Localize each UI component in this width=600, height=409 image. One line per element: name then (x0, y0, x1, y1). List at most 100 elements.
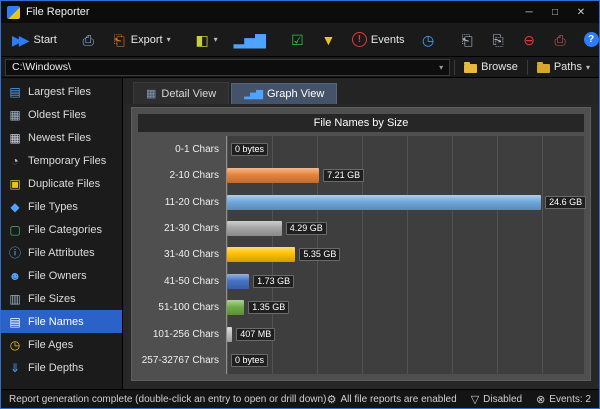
events-button[interactable]: !Events (345, 27, 412, 52)
sidebar-item-label: Largest Files (28, 86, 91, 98)
start-button-label: Start (34, 34, 57, 46)
sidebar-item-label: File Owners (28, 270, 87, 282)
sidebar-item-label: Duplicate Files (28, 178, 100, 190)
status-events-count[interactable]: ⊗ Events: 2 (536, 393, 591, 406)
path-input[interactable]: C:\Windows\ ▾ (5, 59, 450, 76)
chevron-down-icon[interactable]: ▾ (439, 63, 443, 72)
chart-value-label: 24.6 GB (545, 196, 586, 209)
address-separator (454, 60, 455, 75)
chart-bar-track: 24.6 GB (226, 189, 584, 215)
chart-category-label: 51-100 Chars (138, 302, 226, 313)
chart-value-label: 1.73 GB (253, 275, 294, 288)
move-report-icon: ⎘ (491, 33, 506, 47)
status-filter-disabled[interactable]: ▽ Disabled (471, 393, 522, 406)
status-item-label: Disabled (483, 394, 522, 405)
report-status-icon: ☑ (290, 33, 305, 47)
sidebar-item-file-names[interactable]: ▤File Names (1, 310, 122, 333)
temporary-files-icon: ◔ (8, 155, 22, 167)
file-names-icon: ▤ (8, 316, 22, 328)
chart-style-button[interactable]: ◧▾ (188, 28, 225, 52)
address-separator (527, 60, 528, 75)
chart-category-label: 31-40 Chars (138, 249, 226, 260)
file-owners-icon: ☻ (8, 270, 22, 282)
sidebar-item-label: File Ages (28, 339, 73, 351)
chart-bar[interactable] (227, 327, 232, 342)
copy-report-button[interactable]: ⎗ (453, 28, 482, 52)
chart-value-label: 5.35 GB (299, 248, 340, 261)
sidebar-item-file-owners[interactable]: ☻ File Owners (1, 264, 122, 287)
chart-row: 2-10 Chars7.21 GB (138, 162, 584, 188)
sidebar-item-newest-files[interactable]: ▦Newest Files (1, 126, 122, 149)
start-button[interactable]: ▶▶ Start (5, 28, 64, 52)
bar-chart-icon: ▂▅▇ (234, 33, 266, 47)
help-button[interactable]: ? (577, 27, 600, 52)
status-reports-enabled[interactable]: ⚙All file reports are enabled (327, 393, 457, 406)
events-count-icon: ⊗ (536, 393, 545, 406)
sidebar-item-label: File Sizes (28, 293, 76, 305)
tab-detail-view[interactable]: ▦ Detail View (133, 82, 229, 104)
sidebar-item-file-depths[interactable]: ⇓File Depths (1, 356, 122, 379)
export-button-label: Export (131, 34, 163, 46)
maximize-button[interactable]: □ (543, 3, 567, 21)
print-icon: ⎙ (81, 33, 96, 47)
sidebar-item-file-categories[interactable]: ▢ File Categories (1, 218, 122, 241)
chart-bar-track: 7.21 GB (226, 162, 584, 188)
chevron-down-icon: ▾ (214, 35, 218, 44)
chevron-down-icon: ▾ (586, 63, 590, 72)
tab-label: Graph View (267, 88, 324, 100)
sidebar-item-temporary-files[interactable]: ◔Temporary Files (1, 149, 122, 172)
title-bar: File Reporter ─ □ ✕ (1, 1, 599, 23)
browse-button[interactable]: Browse (459, 59, 523, 75)
status-item-label: Events: 2 (549, 394, 591, 405)
filter-button[interactable]: ▼ (314, 28, 343, 52)
print-button[interactable]: ⎙ (74, 28, 103, 52)
sidebar-item-file-ages[interactable]: ◷File Ages (1, 333, 122, 356)
close-button[interactable]: ✕ (569, 3, 593, 21)
toolbar: ▶▶Start⎙⎗Export▾◧▾▂▅▇☑▼!Events◷⎗⎘⊖⎙? (1, 23, 599, 57)
chart-category-label: 21-30 Chars (138, 223, 226, 234)
sidebar-item-label: File Categories (28, 224, 102, 236)
sidebar-item-oldest-files[interactable]: ▦Oldest Files (1, 103, 122, 126)
filter-icon: ▼ (321, 33, 336, 47)
chart-value-label: 0 bytes (231, 354, 268, 367)
chart-bar[interactable] (227, 300, 244, 315)
sidebar-item-file-types[interactable]: ◆File Types (1, 195, 122, 218)
sidebar-item-file-sizes[interactable]: ▥File Sizes (1, 287, 122, 310)
chart-bar[interactable] (227, 168, 319, 183)
export-button[interactable]: ⎗Export▾ (105, 28, 178, 52)
remove-report-button[interactable]: ⊖ (515, 28, 544, 52)
address-bar: C:\Windows\ ▾ Browse Paths ▾ (1, 57, 599, 78)
chart-style-icon: ◧ (195, 33, 210, 47)
chart-bar[interactable] (227, 247, 295, 262)
window-title: File Reporter (26, 6, 511, 18)
sidebar-item-file-attributes[interactable]: ⓘFile Attributes (1, 241, 122, 264)
status-item-label: All file reports are enabled (341, 394, 457, 405)
start-icon: ▶▶ (12, 33, 30, 47)
report-status-button[interactable]: ☑ (283, 28, 312, 52)
filter-disabled-icon: ▽ (471, 393, 479, 406)
chart-category-label: 257-32767 Chars (138, 355, 226, 366)
chart-panel: File Names by Size 0-1 Chars0 bytes2-10 … (131, 107, 591, 381)
paths-button-label: Paths (554, 61, 582, 73)
clock-button[interactable]: ◷ (414, 28, 443, 52)
sidebar-item-largest-files[interactable]: ▤Largest Files (1, 80, 122, 103)
chart-bar[interactable] (227, 274, 249, 289)
bar-chart-button[interactable]: ▂▅▇ (227, 28, 273, 52)
minimize-button[interactable]: ─ (517, 3, 541, 21)
chart-row: 11-20 Chars24.6 GB (138, 189, 584, 215)
chart-bar[interactable] (227, 221, 282, 236)
status-right: ⚙All file reports are enabled ▽ Disabled ⊗ E… (327, 393, 591, 406)
move-report-button[interactable]: ⎘ (484, 28, 513, 52)
folder-icon (464, 64, 477, 73)
file-categories-icon: ▢ (8, 224, 22, 236)
paths-button[interactable]: Paths ▾ (532, 59, 595, 75)
chart-bar[interactable] (227, 195, 541, 210)
tab-graph-view[interactable]: ▂▅▇ Graph View (231, 83, 337, 104)
sidebar-item-duplicate-files[interactable]: ▣Duplicate Files (1, 172, 122, 195)
file-types-icon: ◆ (8, 201, 22, 213)
app-window: File Reporter ─ □ ✕ ▶▶Start⎙⎗Export▾◧▾▂▅… (0, 0, 600, 409)
chart-bar-track: 0 bytes (226, 136, 584, 162)
status-message: Report generation complete (double-click… (9, 394, 327, 405)
chart-row: 51-100 Chars1.35 GB (138, 295, 584, 321)
report-queue-button[interactable]: ⎙ (546, 28, 575, 52)
